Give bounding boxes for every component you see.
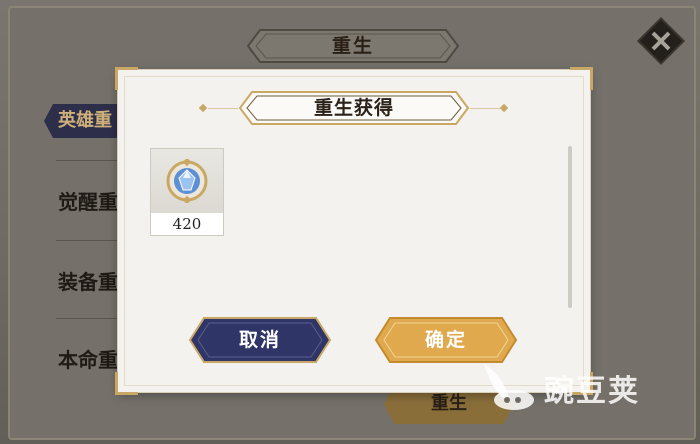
background-title: 重生 bbox=[331, 35, 374, 57]
watermark: 豌豆荚 bbox=[474, 356, 674, 416]
crystal-gem-icon bbox=[151, 149, 223, 213]
item-count: 420 bbox=[172, 215, 202, 233]
watermark-text: 豌豆荚 bbox=[544, 374, 640, 409]
watermark-logo-icon bbox=[484, 364, 534, 410]
corner-ornament bbox=[115, 372, 138, 395]
title-deco-dot bbox=[198, 103, 208, 113]
title-deco-line bbox=[208, 108, 238, 109]
title-deco-dot bbox=[499, 103, 509, 113]
cancel-button-label: 取消 bbox=[238, 329, 281, 351]
cancel-button[interactable]: 取消 bbox=[188, 316, 332, 364]
corner-ornament bbox=[570, 67, 593, 90]
dialog-title-banner: 重生获得 bbox=[238, 90, 470, 126]
corner-ornament bbox=[115, 67, 138, 90]
reward-item[interactable]: 420 bbox=[150, 148, 224, 236]
background-title-banner: 重生 bbox=[246, 26, 460, 66]
scrollbar[interactable] bbox=[568, 146, 572, 308]
title-deco-line bbox=[470, 108, 500, 109]
dialog-title: 重生获得 bbox=[313, 97, 394, 119]
close-icon[interactable] bbox=[636, 16, 686, 66]
rebirth-rewards-dialog: 重生获得 420 取消 确定 bbox=[115, 67, 593, 395]
